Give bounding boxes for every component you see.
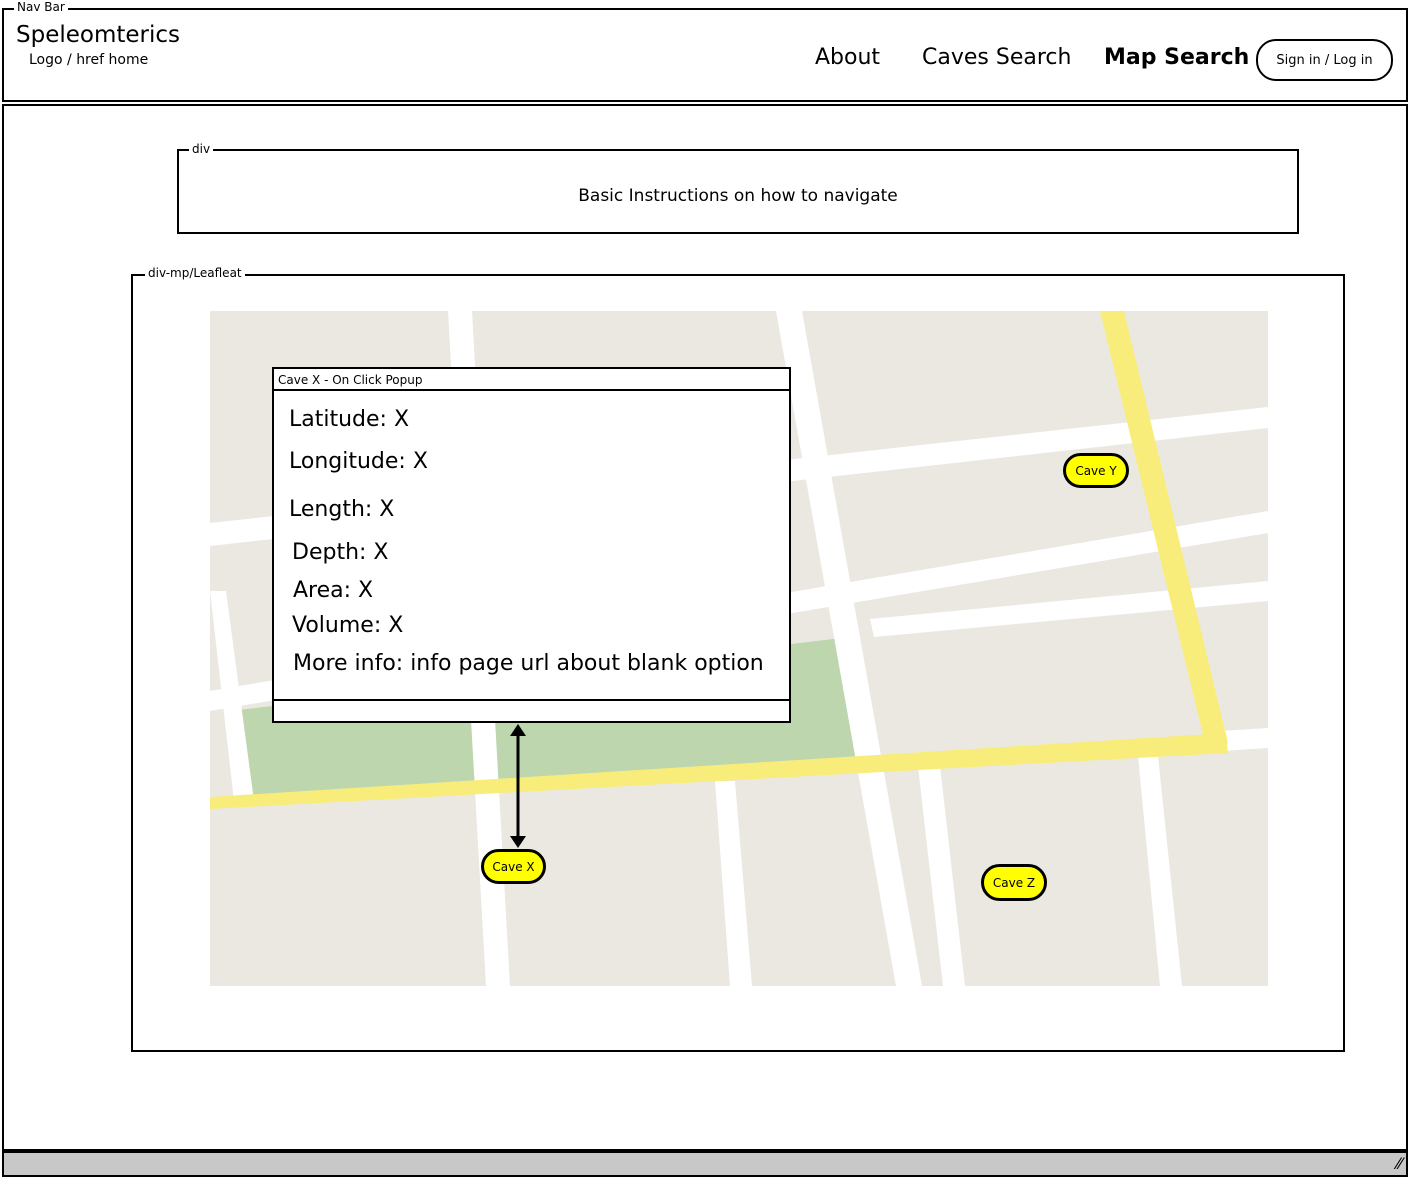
window-status-bar: ⁄⁄	[2, 1151, 1408, 1177]
nav-link-about[interactable]: About	[815, 45, 880, 70]
popup-length: Length: X	[289, 497, 395, 522]
popup-title: Cave X - On Click Popup	[274, 369, 789, 391]
instructions-group-label: div	[189, 143, 214, 156]
popup-volume: Volume: X	[292, 613, 404, 638]
nav-link-caves-search[interactable]: Caves Search	[922, 45, 1071, 70]
instructions-text: Basic Instructions on how to navigate	[578, 186, 898, 206]
brand-logo-link[interactable]: Speleomterics	[16, 22, 180, 48]
brand-subtitle: Logo / href home	[29, 52, 149, 68]
instructions-box: div Basic Instructions on how to navigat…	[177, 143, 1299, 234]
popup-depth: Depth: X	[292, 540, 389, 565]
nav-bar-group-label: Nav Bar	[14, 1, 68, 14]
cave-popup: Cave X - On Click Popup Latitude: X Long…	[272, 367, 791, 723]
popup-area: Area: X	[293, 578, 374, 603]
popup-more-info-link[interactable]: More info: info page url about blank opt…	[293, 651, 764, 676]
map-marker-cave-z[interactable]: Cave Z	[981, 864, 1047, 901]
popup-longitude: Longitude: X	[289, 449, 428, 474]
popup-latitude: Latitude: X	[289, 407, 410, 432]
map-marker-cave-x[interactable]: Cave X	[481, 849, 546, 884]
nav-link-map-search[interactable]: Map Search	[1104, 45, 1249, 70]
sign-in-button[interactable]: Sign in / Log in	[1256, 39, 1393, 81]
popup-footer	[274, 699, 789, 721]
map-marker-cave-y[interactable]: Cave Y	[1063, 453, 1129, 488]
map-group-label: div-mp/Leafleat	[145, 267, 245, 280]
resize-grip-icon[interactable]: ⁄⁄	[1397, 1154, 1402, 1173]
popup-pointer-arrow	[510, 724, 526, 848]
